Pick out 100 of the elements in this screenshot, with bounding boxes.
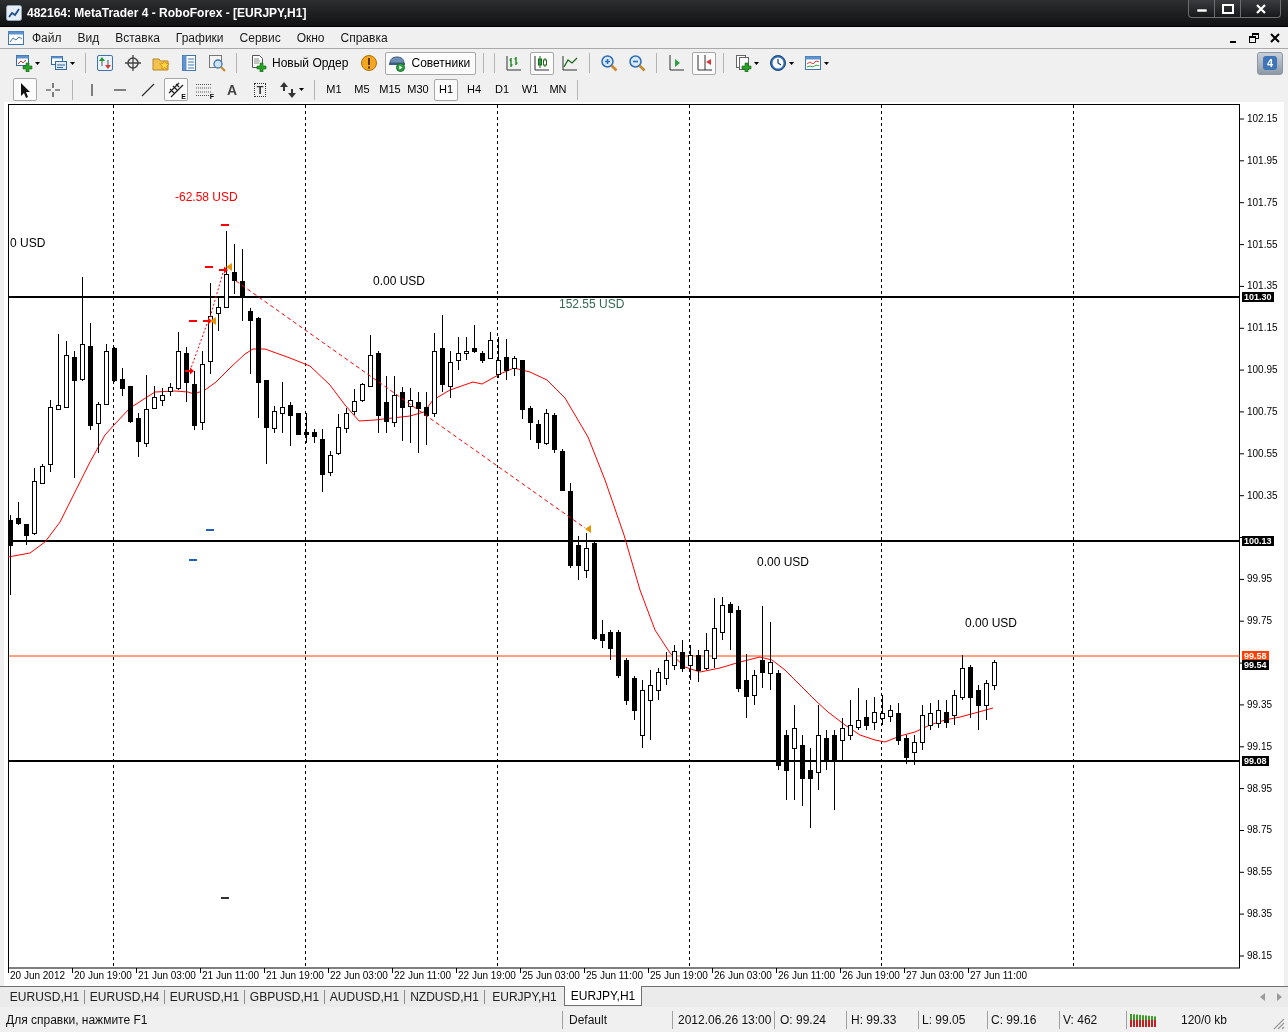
- new-order-button[interactable]: Новый Ордер: [244, 51, 354, 75]
- timeframe-button[interactable]: M15: [378, 78, 402, 101]
- bar-chart-icon: [505, 54, 524, 72]
- text-label-button[interactable]: T: [248, 78, 272, 101]
- chart-window-icon: [804, 54, 823, 72]
- tab[interactable]: NZDUSD,H1: [405, 987, 484, 1007]
- timeframe-button[interactable]: M1: [322, 78, 346, 101]
- price-label: 99.15: [1247, 741, 1273, 753]
- time-label: 26 Jun 11:00: [778, 970, 836, 982]
- clock-icon: [769, 54, 788, 72]
- price-label: 98.95: [1247, 783, 1273, 795]
- list-window-icon: [180, 54, 198, 72]
- time-label: 26 Jun 03:00: [714, 970, 772, 982]
- zoom-out-icon: [628, 54, 647, 72]
- price-label: 100.55: [1247, 448, 1278, 460]
- crosshair-icon: [44, 80, 62, 99]
- price-label: 102.15: [1247, 113, 1278, 125]
- menu-item[interactable]: Окно: [288, 27, 333, 48]
- menu-item[interactable]: Вид: [69, 27, 108, 48]
- timeframe-button[interactable]: M30: [406, 78, 430, 101]
- messages-button[interactable]: 4: [1257, 51, 1283, 75]
- dash-marker-icon: [205, 266, 213, 268]
- up-down-arrows-icon: [279, 80, 297, 99]
- timeframe-button[interactable]: D1: [490, 78, 514, 101]
- timeframe-button[interactable]: H4: [462, 78, 486, 101]
- price-label: 98.75: [1247, 824, 1273, 836]
- tab[interactable]: GBPUSD,H1: [245, 987, 324, 1007]
- time-label: 21 Jun 03:00: [138, 970, 196, 982]
- price-label: 100.35: [1247, 490, 1278, 502]
- horizontal-line-icon: [114, 88, 126, 91]
- axis-triangle-icon: [667, 54, 686, 72]
- price-label: 99.35: [1247, 699, 1273, 711]
- time-label: 22 Jun 11:00: [394, 970, 452, 982]
- chart-window-icon: [8, 29, 24, 46]
- price-tag: 99.08: [1242, 756, 1269, 766]
- left-triangle-icon: [1260, 993, 1265, 1001]
- triangle-marker-icon: [585, 525, 591, 533]
- restore-icon: [1249, 32, 1259, 43]
- price-label: 101.75: [1247, 197, 1278, 209]
- tab[interactable]: EURUSD,H1: [165, 987, 244, 1007]
- hat-play-icon: [388, 54, 407, 72]
- menu-item[interactable]: Вставка: [107, 27, 168, 48]
- price-label: 98.55: [1247, 866, 1273, 878]
- traffic-text: 120/0 kb: [1181, 1012, 1228, 1027]
- profit-label: 0.00 USD: [373, 274, 426, 288]
- caret-icon: [824, 61, 830, 65]
- time-label: 27 Jun 11:00: [970, 970, 1028, 982]
- cursor-button[interactable]: [13, 78, 37, 101]
- maximize-icon: [1221, 3, 1234, 14]
- experts-button[interactable]: Советники: [385, 51, 477, 75]
- close-button[interactable]: [1241, 0, 1281, 18]
- price-label: 101.55: [1247, 239, 1278, 251]
- candlestick-chart-button[interactable]: [530, 51, 555, 75]
- tab[interactable]: EURUSD,H1: [5, 987, 84, 1007]
- menu-item[interactable]: Сервис: [231, 27, 289, 48]
- dash-marker-icon: [189, 559, 197, 561]
- arrow-marker-icon: [203, 317, 212, 325]
- price-label: 99.95: [1247, 573, 1273, 585]
- volume-text: V: 462: [1063, 1012, 1098, 1027]
- hatched-lines-icon: [167, 80, 185, 99]
- menu-item[interactable]: Графики: [167, 27, 232, 48]
- minimize-button[interactable]: [1188, 0, 1215, 18]
- tab[interactable]: EURJPY,H1: [564, 986, 642, 1006]
- tab[interactable]: AUDUSD,H1: [325, 987, 404, 1007]
- window-plus-icon: [15, 54, 33, 72]
- price-label: 100.75: [1247, 406, 1278, 418]
- tab[interactable]: EURJPY,H1: [485, 987, 564, 1007]
- tab[interactable]: EURUSD,H4: [85, 987, 164, 1007]
- price-label: 100.95: [1247, 364, 1278, 376]
- time-label: 21 Jun 19:00: [266, 970, 324, 982]
- app-icon: [6, 5, 22, 21]
- time-label: 21 Jun 11:00: [202, 970, 260, 982]
- connection-bars-icon: [1130, 1012, 1157, 1027]
- timeframe-button[interactable]: M5: [350, 78, 374, 101]
- high-price: H: 99.33: [851, 1012, 897, 1027]
- right-triangle-icon: [1277, 993, 1282, 1001]
- timeframe-button[interactable]: W1: [518, 78, 542, 101]
- dash-marker-icon: [221, 897, 229, 899]
- document-plus-icon: [249, 54, 267, 72]
- triangle-marker-icon: [226, 263, 232, 271]
- maximize-button[interactable]: [1215, 0, 1241, 18]
- menu-item[interactable]: Файл: [24, 27, 70, 48]
- profit-label: 0 USD: [10, 236, 46, 250]
- time-label: 22 Jun 03:00: [330, 970, 388, 982]
- price-tag: 100.13: [1242, 536, 1274, 546]
- price-tag: 99.54: [1242, 660, 1269, 670]
- time-label: 20 Jun 2012: [10, 970, 66, 982]
- minimize-icon: [1230, 40, 1236, 43]
- time-label: 25 Jun 11:00: [586, 970, 644, 982]
- chart-shift-button[interactable]: [692, 51, 717, 75]
- menu-item[interactable]: Справка: [332, 27, 396, 48]
- text-tool-button[interactable]: A: [220, 78, 244, 101]
- timeframe-button[interactable]: MN: [546, 78, 570, 101]
- arrows-window-icon: [96, 54, 114, 72]
- timeframe-button[interactable]: H1: [434, 78, 458, 101]
- dash-marker-icon: [221, 224, 229, 226]
- candlestick-icon: [533, 54, 552, 72]
- dash-marker-icon: [206, 529, 214, 531]
- window-title: 482164: MetaTrader 4 - RoboForex - [EURJPY,H1]: [27, 6, 307, 21]
- caret-icon: [70, 61, 75, 65]
